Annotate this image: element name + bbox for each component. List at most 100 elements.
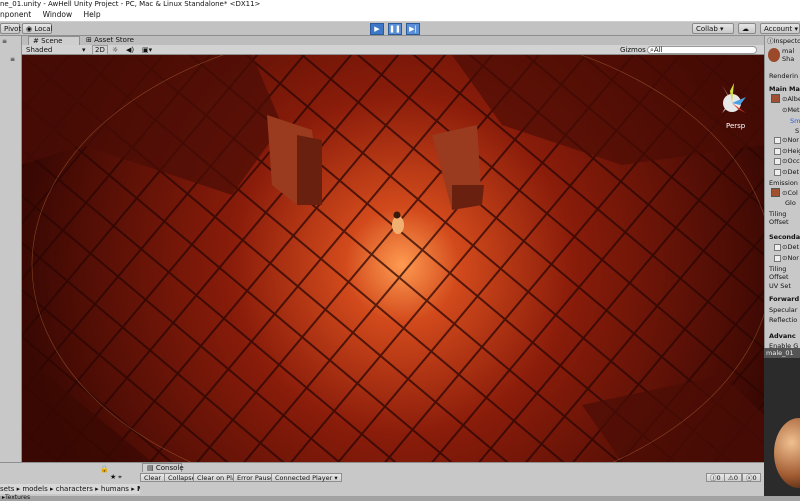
breadcrumb: sets ▸ models ▸ characters ▸ humans ▸ Ma [0, 484, 140, 494]
error-count-toggle[interactable]: ⓧ0 [742, 473, 761, 482]
lighting-icon[interactable]: ☼ [112, 45, 118, 55]
lock-icon[interactable]: 🔒 [100, 465, 109, 473]
menu-help[interactable]: Help [84, 10, 101, 19]
occlusion-map-slot[interactable] [774, 158, 781, 165]
hierarchy-panel: ≡ ≡ [0, 36, 22, 462]
cloud-icon: ☁ [742, 25, 749, 33]
secondary-normal-label: ⊙Nor [782, 254, 799, 262]
pause-button[interactable]: ❚❚ [388, 23, 402, 35]
tab-console-label: Console [156, 464, 184, 472]
step-button[interactable]: ▶| [406, 23, 420, 35]
connected-player-dropdown[interactable]: Connected Player ▾ [271, 473, 342, 482]
main-toolbar: Pivot ◉ Local ▶ ❚❚ ▶| Collab ▾ ☁ Account… [0, 22, 800, 36]
secondary-detail-slot[interactable] [774, 244, 781, 251]
scene-search-input[interactable]: ⌕All [647, 46, 757, 54]
scene-icon: # [33, 37, 39, 45]
albedo-swatch[interactable] [771, 94, 780, 103]
secondary-detail-label: ⊙Det [782, 243, 799, 251]
tab-asset-store[interactable]: ⊞ Asset Store [82, 36, 138, 45]
2d-toggle[interactable]: 2D [92, 45, 108, 55]
material-preview: male_01 [764, 348, 800, 496]
shader-label: Sha [782, 55, 794, 63]
local-toggle[interactable]: ◉ Local [22, 23, 52, 34]
secondary-offset-label: Offset [769, 273, 789, 281]
effects-icon[interactable]: ▣▾ [142, 45, 152, 55]
global-illumination-label: Glo [785, 199, 796, 207]
console-panel: ▤ Console Clear Collapse Clear on Play E… [140, 462, 764, 496]
metallic-text: Met [787, 106, 799, 114]
breadcrumb-item[interactable]: characters [56, 485, 93, 493]
tab-scene-label: Scene [41, 37, 62, 45]
globe-icon: ◉ [26, 25, 32, 33]
console-icon: ▤ [147, 464, 154, 472]
preview-sphere[interactable] [774, 418, 800, 488]
warning-count-toggle[interactable]: ⚠0 [724, 473, 742, 482]
store-icon: ⊞ [86, 36, 92, 44]
albedo-label: ⊙Albe [782, 95, 800, 103]
normal-text: Nor [787, 136, 799, 144]
menu-window[interactable]: Window [43, 10, 73, 19]
dungeon-render: Persp [22, 55, 764, 462]
main-maps-header: Main Ma [769, 85, 800, 93]
collab-dropdown[interactable]: Collab ▾ [692, 23, 734, 34]
player-character[interactable] [392, 216, 404, 234]
reflections-label: Reflectio [769, 316, 797, 324]
shading-mode-dropdown[interactable]: Shaded [26, 45, 52, 55]
log-count-toggle[interactable]: ⓘ0 [706, 473, 725, 482]
scene-tabs: # Scene ⊞ Asset Store [22, 36, 764, 45]
search-placeholder: All [654, 46, 663, 54]
pillar-left-side [297, 135, 322, 205]
occlusion-label: ⊙Occ [782, 157, 800, 165]
pivot-toggle[interactable]: Pivot [0, 23, 20, 34]
tag-icon[interactable]: ⌖ [118, 473, 122, 482]
folder-label: Textures [5, 494, 30, 501]
local-label: Local [34, 25, 52, 33]
step-icon: ▶| [409, 25, 417, 33]
material-icon [768, 48, 780, 62]
inspector-tab-label: Inspecto [774, 37, 800, 45]
audio-icon[interactable]: ◀) [126, 45, 134, 55]
normal-map-slot[interactable] [774, 137, 781, 144]
secondary-detail-text: Det [787, 243, 799, 251]
tab-console[interactable]: ▤ Console [142, 463, 182, 472]
play-button[interactable]: ▶ [370, 23, 384, 35]
project-panel: 🔒 ★ ⌖ sets ▸ models ▸ characters ▸ human… [0, 462, 140, 496]
height-text: Heig [787, 147, 800, 155]
log-count: 0 [717, 474, 721, 482]
emission-swatch[interactable] [771, 188, 780, 197]
account-label: Account ▾ [764, 25, 798, 33]
menu-component[interactable]: nponent [0, 10, 31, 19]
collab-label: Collab ▾ [696, 25, 724, 33]
play-icon: ▶ [374, 25, 379, 33]
color-label: ⊙Col [782, 189, 798, 197]
metallic-label: ⊙Met [782, 106, 800, 114]
cloud-button[interactable]: ☁ [738, 23, 756, 34]
panel-options-icon[interactable]: ≡ [10, 56, 15, 63]
breadcrumb-item[interactable]: humans [101, 485, 129, 493]
star-icon[interactable]: ★ [110, 473, 116, 481]
pivot-label: Pivot [4, 25, 21, 33]
tab-scene[interactable]: # Scene [28, 36, 80, 45]
detail-text: Det [787, 168, 799, 176]
inspector-tab[interactable]: ⓘInspecto [767, 37, 800, 45]
normal-label: ⊙Nor [782, 136, 799, 144]
height-map-slot[interactable] [774, 148, 781, 155]
account-dropdown[interactable]: Account ▾ [760, 23, 800, 34]
persp-label[interactable]: Persp [726, 122, 746, 130]
breadcrumb-item[interactable]: sets [0, 485, 14, 493]
panel-menu-icon[interactable]: ≡ [2, 38, 7, 45]
scene-viewport[interactable]: Persp [22, 55, 764, 462]
secondary-normal-text: Nor [787, 254, 799, 262]
smoothness-label[interactable]: Sm [790, 117, 800, 125]
folder-item-textures[interactable]: ▸Textures [2, 494, 30, 501]
detail-mask-slot[interactable] [774, 169, 781, 176]
breadcrumb-item[interactable]: models [22, 485, 47, 493]
offset-label: Offset [769, 218, 789, 226]
tiling-label: Tiling [769, 210, 786, 218]
warning-count: 0 [734, 474, 738, 482]
specular-highlights-label: Specular [769, 306, 797, 314]
secondary-tiling-label: Tiling [769, 265, 786, 273]
clear-button[interactable]: Clear [140, 473, 165, 482]
advanced-options-header: Advanc [769, 332, 796, 340]
secondary-normal-slot[interactable] [774, 255, 781, 262]
